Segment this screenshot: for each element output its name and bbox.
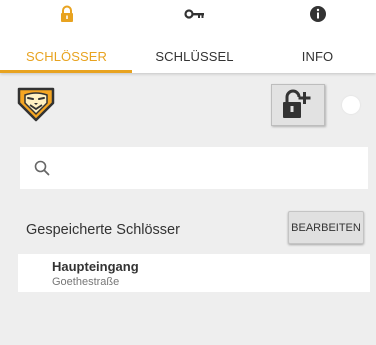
search-bar[interactable] — [20, 147, 368, 191]
lion-logo-icon — [17, 87, 55, 122]
list-item[interactable]: Haupteingang Goethestraße — [18, 254, 370, 292]
add-lock-button[interactable] — [271, 84, 325, 126]
search-icon — [34, 160, 50, 176]
tab-locks[interactable]: SCHLÖSSER — [4, 0, 129, 73]
tab-info[interactable]: INFO — [255, 0, 376, 73]
key-icon — [183, 9, 204, 19]
tab-info-label: INFO — [301, 49, 334, 64]
tab-keys[interactable]: SCHLÜSSEL — [132, 0, 257, 73]
active-tab-indicator — [0, 70, 132, 73]
tab-bar: SCHLÖSSER SCHLÜSSEL INFO — [0, 0, 376, 73]
search-input[interactable] — [62, 147, 356, 191]
add-lock-icon — [283, 89, 311, 118]
lock-location: Goethestraße — [52, 276, 120, 288]
tab-keys-label: SCHLÜSSEL — [155, 49, 234, 64]
info-icon — [309, 6, 326, 22]
status-toggle[interactable] — [342, 96, 360, 114]
lock-name: Haupteingang — [52, 259, 139, 274]
tab-locks-label: SCHLÖSSER — [25, 49, 108, 64]
edit-button[interactable]: BEARBEITEN — [288, 211, 364, 244]
lock-icon — [60, 5, 73, 22]
saved-locks-heading: Gespeicherte Schlösser — [26, 222, 180, 238]
